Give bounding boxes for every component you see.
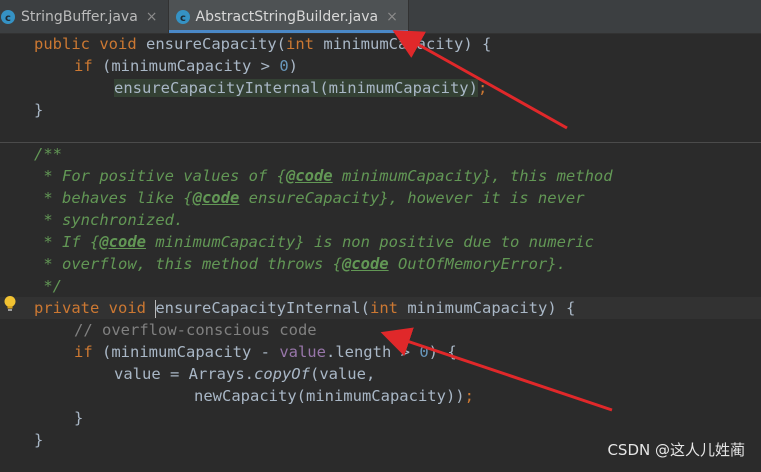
code-line: } bbox=[34, 431, 44, 449]
code-line: newCapacity(minimumCapacity)); bbox=[194, 387, 474, 405]
svg-text:c: c bbox=[180, 13, 186, 24]
tab-label: StringBuffer.java bbox=[21, 8, 138, 25]
code-line: } bbox=[34, 101, 44, 119]
code-line: public void ensureCapacity(int minimumCa… bbox=[34, 35, 492, 53]
code-line: if (minimumCapacity - value.length > 0) … bbox=[74, 343, 457, 361]
code-line: // overflow-conscious code bbox=[74, 321, 317, 339]
editor-tab-bar: c StringBuffer.java × c AbstractStringBu… bbox=[0, 0, 761, 34]
code-editor[interactable]: public void ensureCapacity(int minimumCa… bbox=[0, 33, 761, 472]
java-class-icon: c bbox=[1, 9, 15, 24]
doc-comment-line: */ bbox=[34, 277, 62, 295]
close-icon[interactable]: × bbox=[386, 10, 398, 24]
code-line: ensureCapacityInternal(minimumCapacity); bbox=[114, 79, 488, 97]
method-separator bbox=[0, 142, 761, 143]
code-line: private void ensureCapacityInternal(int … bbox=[34, 299, 576, 318]
doc-comment-line: * behaves like {@code ensureCapacity}, h… bbox=[34, 189, 585, 207]
doc-comment-line: * If {@code minimumCapacity} is non posi… bbox=[34, 233, 594, 251]
doc-comment-line: /** bbox=[34, 145, 62, 163]
csdn-watermark: CSDN @这人儿姓蔺 bbox=[607, 441, 745, 459]
tab-stringbuffer[interactable]: c StringBuffer.java × bbox=[0, 0, 169, 33]
tab-label: AbstractStringBuilder.java bbox=[195, 8, 379, 25]
svg-text:c: c bbox=[5, 13, 11, 24]
doc-comment-line: * overflow, this method throws {@code Ou… bbox=[34, 255, 566, 273]
ide-editor-window: c StringBuffer.java × c AbstractStringBu… bbox=[0, 0, 761, 472]
code-line: } bbox=[74, 409, 84, 427]
code-line: if (minimumCapacity > 0) bbox=[74, 57, 298, 75]
close-icon[interactable]: × bbox=[146, 10, 158, 24]
code-line: value = Arrays.copyOf(value, bbox=[114, 365, 376, 383]
doc-comment-line: * For positive values of {@code minimumC… bbox=[34, 167, 613, 185]
tab-abstractstringbuilder[interactable]: c AbstractStringBuilder.java × bbox=[168, 0, 409, 33]
lightbulb-icon[interactable] bbox=[3, 295, 17, 313]
java-class-icon: c bbox=[175, 9, 190, 24]
doc-comment-line: * synchronized. bbox=[34, 211, 184, 229]
